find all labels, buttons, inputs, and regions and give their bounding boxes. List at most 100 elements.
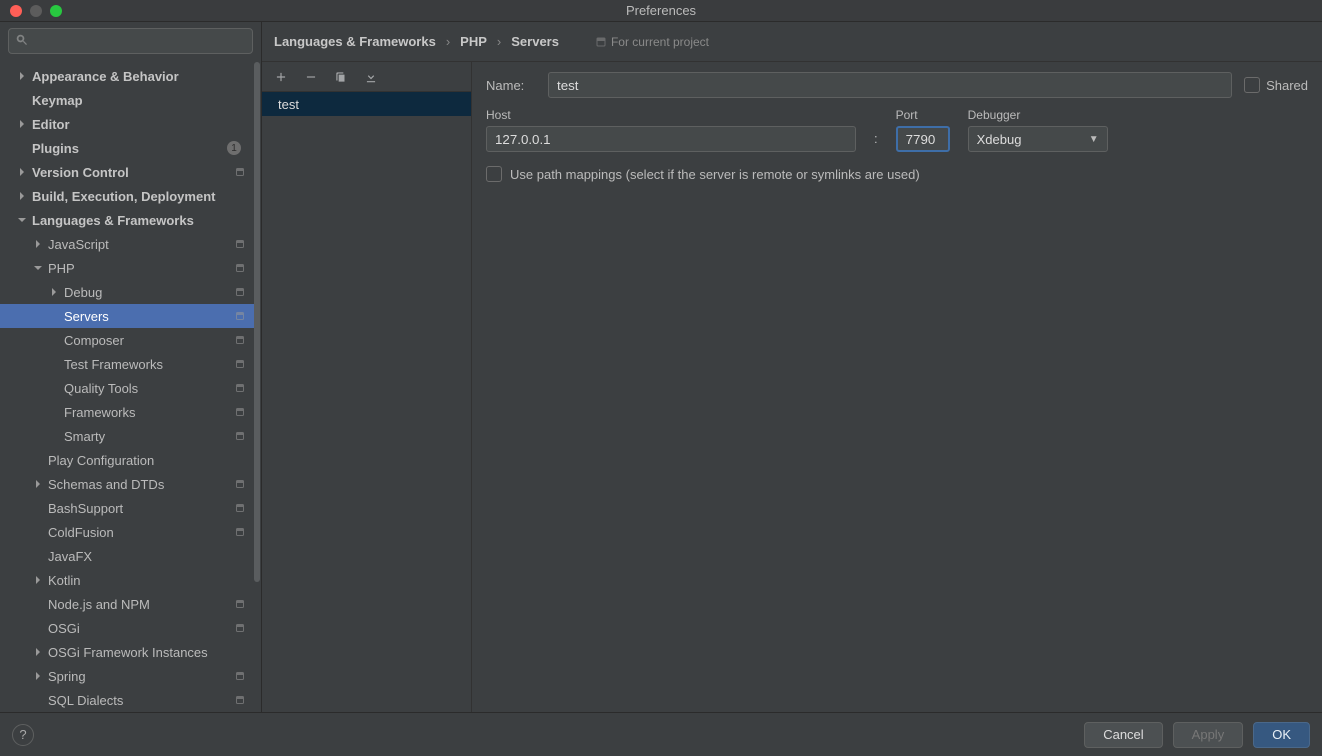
chevron-right-icon: › [446, 34, 450, 49]
sidebar-item-label: JavaScript [48, 237, 233, 252]
sidebar-item-label: ColdFusion [48, 525, 233, 540]
sidebar-item-build-execution-deployment[interactable]: Build, Execution, Deployment [0, 184, 255, 208]
checkbox-icon [486, 166, 502, 182]
shared-checkbox[interactable]: Shared [1244, 77, 1308, 93]
sidebar-item-editor[interactable]: Editor [0, 112, 255, 136]
sidebar-item-label: BashSupport [48, 501, 233, 516]
project-indicator-icon [233, 309, 247, 323]
sidebar-item-quality-tools[interactable]: Quality Tools [0, 376, 255, 400]
sidebar-item-javafx[interactable]: JavaFX [0, 544, 255, 568]
sidebar-item-kotlin[interactable]: Kotlin [0, 568, 255, 592]
sidebar-item-node-js-and-npm[interactable]: Node.js and NPM [0, 592, 255, 616]
sidebar-item-sql-dialects[interactable]: SQL Dialects [0, 688, 255, 712]
host-label: Host [486, 108, 856, 122]
sidebar-item-osgi-framework-instances[interactable]: OSGi Framework Instances [0, 640, 255, 664]
sidebar-item-servers[interactable]: Servers [0, 304, 255, 328]
for-project-text: For current project [611, 35, 709, 49]
sidebar-item-label: Debug [64, 285, 233, 300]
sidebar-item-label: SQL Dialects [48, 693, 233, 708]
badge: 1 [227, 141, 241, 155]
project-indicator-icon [233, 165, 247, 179]
project-indicator-icon [233, 237, 247, 251]
sidebar-item-bashsupport[interactable]: BashSupport [0, 496, 255, 520]
copy-icon[interactable] [332, 68, 350, 86]
checkbox-icon [1244, 77, 1260, 93]
breadcrumb-c[interactable]: Servers [511, 34, 559, 49]
debugger-select[interactable]: Xdebug ▼ [968, 126, 1108, 152]
port-field[interactable] [896, 126, 950, 152]
breadcrumb-b[interactable]: PHP [460, 34, 487, 49]
sidebar-item-test-frameworks[interactable]: Test Frameworks [0, 352, 255, 376]
project-indicator-icon [233, 285, 247, 299]
colon: : [874, 126, 878, 152]
sidebar-item-label: Keymap [32, 93, 247, 108]
sidebar-item-smarty[interactable]: Smarty [0, 424, 255, 448]
sidebar-item-label: Editor [32, 117, 247, 132]
search-box[interactable] [8, 28, 253, 54]
sidebar-item-keymap[interactable]: Keymap [0, 88, 255, 112]
sidebar-item-label: Schemas and DTDs [48, 477, 233, 492]
sidebar-item-label: Appearance & Behavior [32, 69, 247, 84]
sidebar-item-label: PHP [48, 261, 233, 276]
name-label: Name: [486, 78, 536, 93]
name-field[interactable] [548, 72, 1232, 98]
chevron-right-icon [48, 286, 60, 298]
sidebar-item-javascript[interactable]: JavaScript [0, 232, 255, 256]
sidebar-item-label: Quality Tools [64, 381, 233, 396]
import-icon[interactable] [362, 68, 380, 86]
sidebar-item-debug[interactable]: Debug [0, 280, 255, 304]
breadcrumb-a[interactable]: Languages & Frameworks [274, 34, 436, 49]
sidebar-item-languages-frameworks[interactable]: Languages & Frameworks [0, 208, 255, 232]
sidebar-item-label: OSGi Framework Instances [48, 645, 247, 660]
host-field[interactable] [486, 126, 856, 152]
project-indicator-icon [233, 381, 247, 395]
ok-button[interactable]: OK [1253, 722, 1310, 748]
apply-button[interactable]: Apply [1173, 722, 1244, 748]
cancel-button[interactable]: Cancel [1084, 722, 1162, 748]
help-button[interactable]: ? [12, 724, 34, 746]
sidebar-item-label: Spring [48, 669, 233, 684]
project-indicator-icon [233, 333, 247, 347]
sidebar-item-php[interactable]: PHP [0, 256, 255, 280]
sidebar-item-spring[interactable]: Spring [0, 664, 255, 688]
chevron-right-icon [16, 190, 28, 202]
chevron-right-icon [16, 70, 28, 82]
sidebar-item-version-control[interactable]: Version Control [0, 160, 255, 184]
main: Appearance & Behavior Keymap Editor Plugins… [0, 22, 1322, 712]
sidebar-item-label: Node.js and NPM [48, 597, 233, 612]
add-icon[interactable] [272, 68, 290, 86]
project-indicator-icon [233, 405, 247, 419]
sidebar-item-play-configuration[interactable]: Play Configuration [0, 448, 255, 472]
remove-icon[interactable] [302, 68, 320, 86]
sidebar-scrollbar[interactable] [254, 62, 260, 582]
server-list-item[interactable]: test [262, 92, 471, 116]
sidebar-item-label: Build, Execution, Deployment [32, 189, 247, 204]
shared-label: Shared [1266, 78, 1308, 93]
chevron-down-icon: ▼ [1089, 134, 1099, 145]
path-mappings-label: Use path mappings (select if the server … [510, 167, 920, 182]
titlebar: Preferences [0, 0, 1322, 22]
servers-list[interactable]: test [262, 92, 471, 712]
sidebar-item-schemas-and-dtds[interactable]: Schemas and DTDs [0, 472, 255, 496]
content: Languages & Frameworks › PHP › Servers F… [262, 22, 1322, 712]
chevron-right-icon [32, 670, 44, 682]
sidebar-item-coldfusion[interactable]: ColdFusion [0, 520, 255, 544]
content-header: Languages & Frameworks › PHP › Servers F… [262, 22, 1322, 62]
sidebar-item-plugins[interactable]: Plugins1 [0, 136, 255, 160]
chevron-right-icon [32, 574, 44, 586]
project-indicator-icon [233, 477, 247, 491]
sidebar-item-appearance-behavior[interactable]: Appearance & Behavior [0, 64, 255, 88]
project-indicator-icon [233, 693, 247, 707]
server-form: Name: Shared Host : Port [472, 62, 1322, 712]
sidebar-item-frameworks[interactable]: Frameworks [0, 400, 255, 424]
debugger-value: Xdebug [977, 132, 1022, 147]
sidebar-item-osgi[interactable]: OSGi [0, 616, 255, 640]
settings-tree[interactable]: Appearance & Behavior Keymap Editor Plugins… [0, 60, 261, 712]
sidebar-item-composer[interactable]: Composer [0, 328, 255, 352]
sidebar-search [0, 22, 261, 60]
search-input[interactable] [33, 34, 246, 48]
sidebar-item-label: Servers [64, 309, 233, 324]
sidebar-item-label: Kotlin [48, 573, 247, 588]
path-mappings-checkbox[interactable]: Use path mappings (select if the server … [486, 166, 1308, 182]
project-indicator-icon [233, 501, 247, 515]
